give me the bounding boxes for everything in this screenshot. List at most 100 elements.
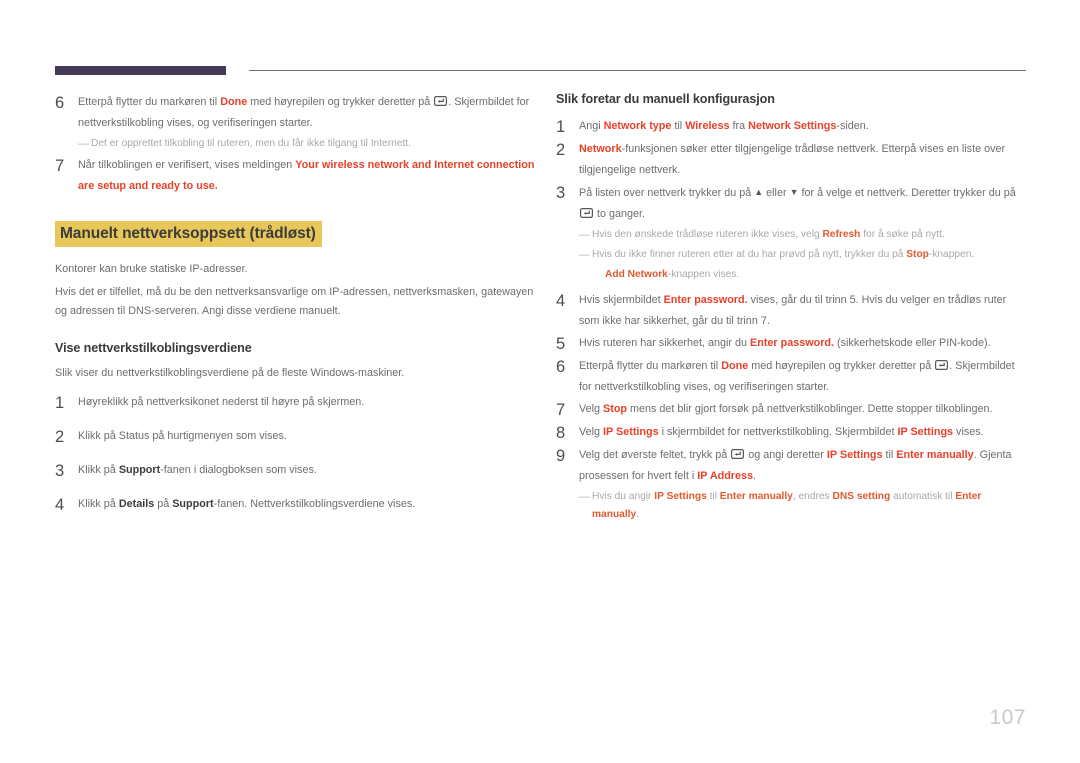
step-number: 3 <box>55 462 65 481</box>
emphasis-accent: Network <box>579 143 622 155</box>
step-number: 8 <box>556 424 566 442</box>
step-number: 7 <box>55 157 65 175</box>
step-item: 8 Velg IP Settings i skjermbildet for net… <box>556 422 1028 444</box>
step-number: 9 <box>556 447 566 465</box>
text-run: til <box>706 491 720 502</box>
step-item: 2 Klikk på Status på hurtigmenyen som vis… <box>55 426 540 448</box>
emphasis-bold: Details <box>118 498 155 511</box>
emphasis-accent: Enter manually <box>896 449 974 461</box>
step-item: 3 Klikk på Support-fanen i dialogboksen s… <box>55 460 540 482</box>
text-run: -knappen. <box>928 249 975 260</box>
note-item: — Hvis du angir IP Settings til Enter man… <box>579 488 1028 524</box>
emphasis-accent: IP Settings <box>603 426 659 438</box>
step-item: 2 Network-funksjonen søker etter tilgjeng… <box>556 139 1028 181</box>
text-run: til <box>882 449 897 461</box>
step-text: Etterpå flytter du markøren til Done med… <box>78 92 540 134</box>
step-text: Klikk på Status på hurtigmenyen som vise… <box>78 426 540 447</box>
note-dash-icon: — <box>78 138 89 150</box>
emphasis-accent: Wireless <box>685 120 730 132</box>
emphasis-accent: Add Network <box>605 269 668 280</box>
enter-key-icon <box>731 449 745 459</box>
text-run: . <box>753 470 757 482</box>
text-run: med høyrepilen og trykker deretter på <box>748 360 935 372</box>
text-run: og angi deretter <box>745 449 827 461</box>
step-text: På listen over nettverk trykker du på ▲ … <box>579 182 1028 225</box>
text-run: På listen over nettverk trykker du på <box>579 187 755 199</box>
text-run: til <box>671 120 686 132</box>
right-column-heading: Slik foretar du manuell konfigurasjon <box>556 92 775 106</box>
step-text: Klikk på Support-fanen i dialogboksen so… <box>78 460 540 481</box>
text-run: Klikk på <box>78 498 119 511</box>
text-run: Velg <box>579 426 604 438</box>
text-run: Hvis skjermbildet <box>579 294 664 306</box>
emphasis-accent: Stop <box>603 403 628 415</box>
step-number: 2 <box>55 428 65 447</box>
page-header-rules <box>0 0 1080 90</box>
text-run: fra <box>729 120 749 132</box>
text-run: Hvis ruteren har sikkerhet, angir du <box>579 337 751 349</box>
text-run: Etterpå flytter du markøren til <box>579 360 722 372</box>
text-run: (sikkerhetskode eller PIN-kode). <box>834 337 991 349</box>
step-text: Etterpå flytter du markøren til Done med… <box>579 356 1028 398</box>
note-item: — Det er opprettet tilkobling til ruteren… <box>78 135 540 153</box>
emphasis-accent: Refresh <box>822 229 861 240</box>
text-run: automatisk til <box>890 491 956 502</box>
emphasis-accent: IP Address <box>697 470 754 482</box>
emphasis-accent: Done <box>220 96 248 108</box>
text-run: Det er opprettet tilkobling til ruteren,… <box>91 138 411 149</box>
note-text: Hvis du angir IP Settings til Enter manu… <box>592 488 1028 524</box>
note-item: — Hvis den ønskede trådløse ruteren ikke … <box>579 226 1028 244</box>
text-run: Angi <box>579 120 604 132</box>
text-run: Høyreklikk på nettverksikonet nederst ti… <box>78 396 365 409</box>
step-number: 2 <box>556 141 566 159</box>
note-text: Add Network-knappen vises. <box>605 266 1028 284</box>
step-text: Velg Stop mens det blir gjort forsøk på … <box>579 399 1028 420</box>
left-step-7: 7 Når tilkoblingen er verifisert, vises m… <box>55 155 540 197</box>
text-run: -siden. <box>836 120 869 132</box>
emphasis-accent: IP Settings <box>654 491 707 502</box>
emphasis-accent: Done <box>721 360 749 372</box>
text-run: -knappen vises. <box>667 269 740 280</box>
step-item: 1 Høyreklikk på nettverksikonet nederst t… <box>55 392 540 414</box>
left-note-after-step-6: — Det er opprettet tilkobling til ruteren… <box>55 135 540 153</box>
left-paragraph-1: Kontorer kan bruke statiske IP-adresser. <box>55 263 248 276</box>
text-run: for å søke på nytt. <box>860 229 945 240</box>
step-item: 7 Velg Stop mens det blir gjort forsøk på… <box>556 399 1028 421</box>
header-rule-thick <box>55 66 226 75</box>
emphasis-accent: IP Settings <box>826 449 883 461</box>
text-run: , endres <box>792 491 833 502</box>
emphasis-accent: Enter password. <box>750 337 835 349</box>
step-text: Hvis skjermbildet Enter password. vises,… <box>579 290 1028 332</box>
text-run: Når tilkoblingen er verifisert, vises me… <box>78 159 296 171</box>
note-dash-icon: — <box>579 229 590 241</box>
text-run: -fanen. Nettverkstilkoblingsverdiene vis… <box>213 498 416 511</box>
text-run: Velg det øverste feltet, trykk på <box>579 449 731 461</box>
note-text: Hvis den ønskede trådløse ruteren ikke v… <box>592 226 1028 244</box>
emphasis-bold: Support <box>118 464 161 477</box>
left-paragraph-2: Hvis det er tilfellet, må du be den nett… <box>55 286 534 318</box>
right-column: Slik foretar du manuell konfigurasjon 1A… <box>556 92 1028 526</box>
step-text: Klikk på Details på Support-fanen. Nettv… <box>78 494 540 515</box>
emphasis-accent: Enter password. <box>663 294 748 306</box>
right-notes-after-step-3: — Hvis den ønskede trådløse ruteren ikke … <box>556 226 1028 284</box>
text-run: mens det blir gjort forsøk på nettverkst… <box>627 403 993 415</box>
step-item: 4 Hvis skjermbildet Enter password. vises… <box>556 290 1028 332</box>
left-column: 6 Etterpå flytter du markøren til Done me… <box>55 92 540 528</box>
emphasis-accent: DNS setting <box>832 491 891 502</box>
step-text: Hvis ruteren har sikkerhet, angir du Ent… <box>579 333 1028 354</box>
header-rule-thin <box>249 70 1026 71</box>
enter-key-icon <box>580 208 593 218</box>
note-text: Det er opprettet tilkobling til ruteren,… <box>91 135 540 153</box>
enter-key-icon <box>935 360 949 370</box>
text-run: -funksjonen søker etter tilgjengelige tr… <box>579 143 1006 176</box>
right-note-after-step-9: — Hvis du angir IP Settings til Enter man… <box>556 488 1028 524</box>
step-item: 4 Klikk på Details på Support-fanen. Nett… <box>55 494 540 516</box>
step-item: 5 Hvis ruteren har sikkerhet, angir du En… <box>556 333 1028 355</box>
text-run: vises. <box>953 426 984 438</box>
text-run: Klikk på Status på hurtigmenyen som vise… <box>78 430 287 443</box>
text-run: med høyrepilen og trykker deretter på <box>247 96 434 108</box>
left-subheading: Vise nettverkstilkoblingsverdiene <box>55 341 252 356</box>
emphasis-accent: IP Settings <box>897 426 954 438</box>
text-run: for å velge et nettverk. Deretter trykke… <box>798 187 1016 199</box>
step-text: Høyreklikk på nettverksikonet nederst ti… <box>78 392 540 413</box>
